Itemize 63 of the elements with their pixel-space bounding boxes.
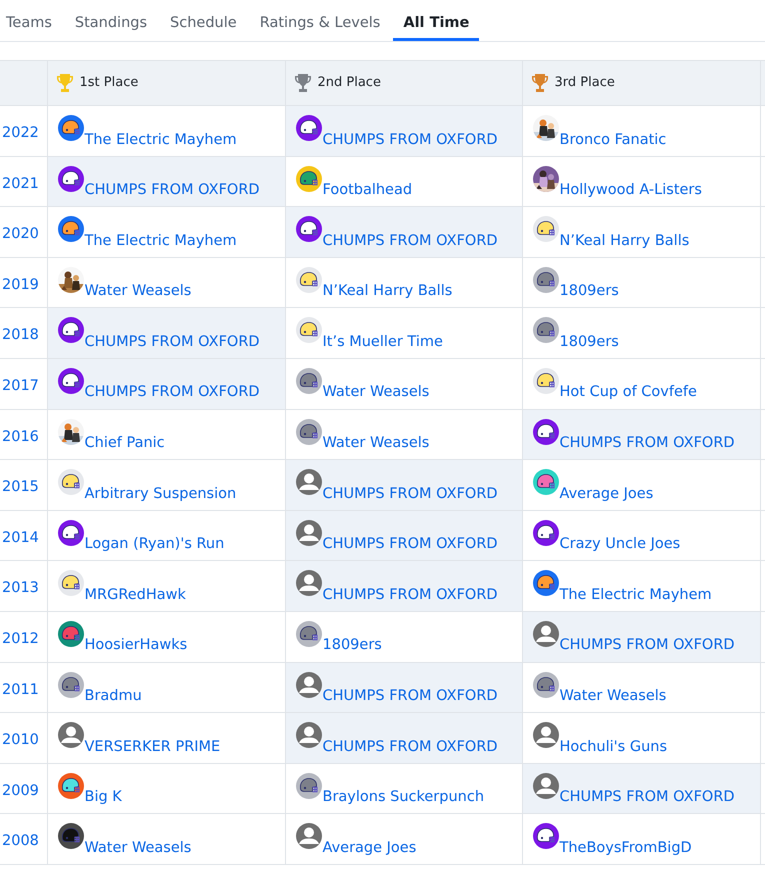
team-link[interactable]: N’Keal Harry Balls xyxy=(560,234,690,248)
team-link[interactable]: Hollywood A-Listers xyxy=(560,183,702,198)
team-link[interactable]: Water Weasels xyxy=(322,385,430,400)
team-link[interactable]: CHUMPS FROM OXFORD xyxy=(322,537,498,552)
team-link[interactable]: Average Joes xyxy=(322,840,416,856)
team-link[interactable]: 1809ers xyxy=(560,284,619,299)
person-icon xyxy=(532,772,560,800)
person-icon xyxy=(294,670,322,699)
team-link[interactable]: Hot Cup of Covfefe xyxy=(560,385,697,400)
team-link[interactable]: CHUMPS FROM OXFORD xyxy=(322,689,498,704)
team-link[interactable]: CHUMPS FROM OXFORD xyxy=(322,740,498,754)
person-icon xyxy=(532,721,560,750)
team-link[interactable]: TheBoysFromBigD xyxy=(560,840,692,856)
person-icon xyxy=(532,620,560,648)
team-link[interactable]: HoosierHawks xyxy=(84,638,188,653)
team-link[interactable]: Bronco Fanatic xyxy=(560,132,666,147)
team-link[interactable]: 1809ers xyxy=(322,638,382,653)
team-link[interactable]: 1809ers xyxy=(560,334,619,350)
team-link[interactable]: Logan (Ryan)'s Run xyxy=(84,537,224,552)
team-link[interactable]: Braylons Suckerpunch xyxy=(322,790,484,805)
team-link[interactable]: Bradmu xyxy=(84,689,142,704)
column-header: 3rd Place xyxy=(554,74,615,92)
team-link[interactable]: Water Weasels xyxy=(84,840,192,856)
team-link[interactable]: CHUMPS FROM OXFORD xyxy=(322,234,498,248)
column-header: 1st Place xyxy=(80,74,138,92)
team-link[interactable]: Big K xyxy=(84,790,122,805)
team-link[interactable]: Footbalhead xyxy=(322,183,412,198)
team-link[interactable]: CHUMPS FROM OXFORD xyxy=(322,486,498,502)
team-link[interactable]: Water Weasels xyxy=(322,436,430,451)
person-icon xyxy=(56,721,84,750)
team-link[interactable]: Crazy Uncle Joes xyxy=(560,537,680,552)
team-link[interactable]: Average Joes xyxy=(560,486,654,502)
team-link[interactable]: CHUMPS FROM OXFORD xyxy=(560,790,735,805)
team-link[interactable]: CHUMPS FROM OXFORD xyxy=(560,436,735,451)
tab[interactable]: Ratings & Levels xyxy=(250,0,390,41)
team-link[interactable]: Water Weasels xyxy=(560,689,666,704)
team-link[interactable]: The Electric Mayhem xyxy=(84,234,237,248)
team-link[interactable]: Hochuli's Guns xyxy=(560,740,668,754)
column-header: 2nd Place xyxy=(318,74,381,92)
team-link[interactable]: The Electric Mayhem xyxy=(560,588,712,602)
tab[interactable]: Teams xyxy=(0,0,62,41)
tab[interactable]: Standings xyxy=(64,0,158,41)
team-link[interactable]: Water Weasels xyxy=(84,284,192,299)
team-link[interactable]: VERSERKER PRIME xyxy=(84,740,220,754)
person-icon xyxy=(294,822,322,850)
tab[interactable]: Schedule xyxy=(160,0,247,41)
team-link[interactable]: CHUMPS FROM OXFORD xyxy=(84,183,260,198)
team-link[interactable]: Chief Panic xyxy=(84,436,165,451)
team-link[interactable]: CHUMPS FROM OXFORD xyxy=(84,334,260,350)
person-icon xyxy=(294,468,322,496)
team-link[interactable]: CHUMPS FROM OXFORD xyxy=(84,385,260,400)
person-icon xyxy=(294,721,322,750)
team-link[interactable]: CHUMPS FROM OXFORD xyxy=(560,638,735,653)
team-link[interactable]: Arbitrary Suspension xyxy=(84,486,236,502)
person-icon xyxy=(294,569,322,598)
tab[interactable]: All Time xyxy=(393,0,480,41)
team-link[interactable]: CHUMPS FROM OXFORD xyxy=(322,132,498,147)
team-link[interactable]: The Electric Mayhem xyxy=(84,132,237,147)
person-icon xyxy=(294,518,322,547)
team-link[interactable]: N’Keal Harry Balls xyxy=(322,284,452,299)
team-link[interactable]: It’s Mueller Time xyxy=(322,334,443,350)
team-link[interactable]: MRGRedHawk xyxy=(84,588,186,602)
team-link[interactable]: CHUMPS FROM OXFORD xyxy=(322,588,498,602)
